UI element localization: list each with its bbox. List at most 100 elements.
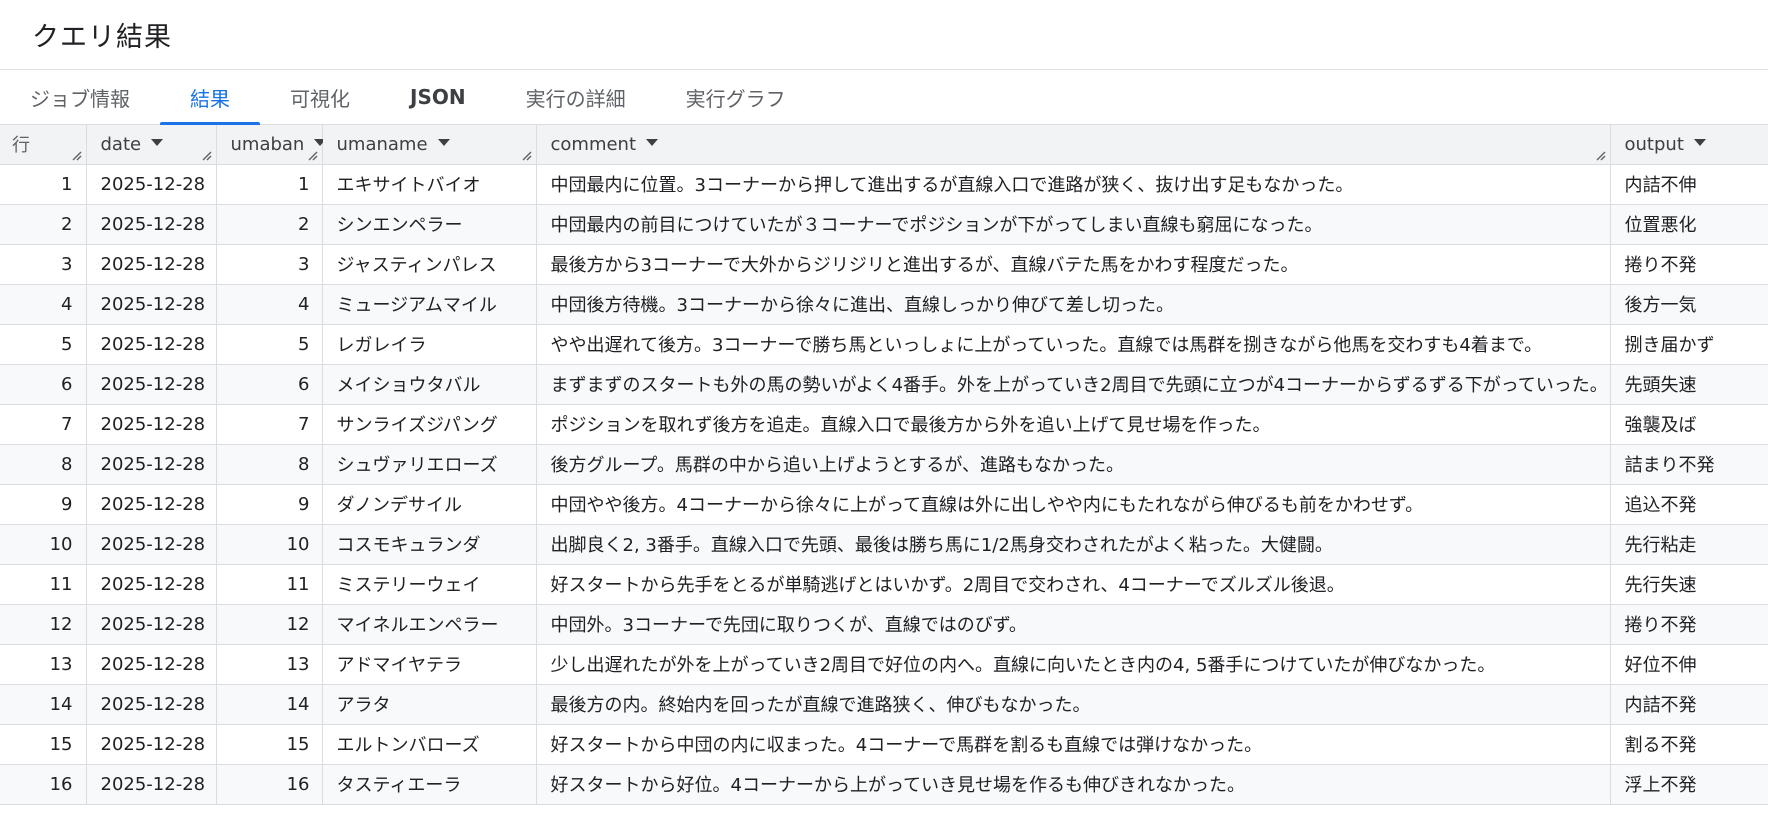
cell-comment[interactable]: 中団最内に位置。3コーナーから押して進出するが直線入口で進路が狭く、抜け出す足も…	[536, 164, 1611, 205]
cell-date[interactable]: 2025-12-28	[86, 524, 217, 565]
cell-umaban[interactable]: 1	[216, 164, 323, 205]
results-table-container[interactable]: 行 date umaban umaname comment output 1 2…	[0, 125, 1768, 814]
table-row[interactable]: 9 2025-12-28 9 ダノンデサイル 中団やや後方。4コーナーから徐々に上がって…	[0, 484, 1768, 525]
cell-date[interactable]: 2025-12-28	[86, 404, 217, 445]
cell-comment[interactable]: 後方グループ。馬群の中から追い上げようとするが、進路もなかった。	[536, 444, 1611, 485]
cell-comment[interactable]: 中団後方待機。3コーナーから徐々に進出、直線しっかり伸びて差し切った。	[536, 284, 1611, 325]
column-header-output[interactable]: output	[1610, 125, 1768, 165]
cell-row-number[interactable]: 15	[0, 724, 87, 765]
column-resize-icon[interactable]	[520, 149, 532, 161]
cell-umaname[interactable]: エキサイトバイオ	[322, 164, 537, 205]
cell-row-number[interactable]: 10	[0, 524, 87, 565]
column-resize-icon[interactable]	[306, 149, 318, 161]
cell-umaban[interactable]: 13	[216, 644, 323, 685]
cell-umaban[interactable]: 2	[216, 204, 323, 245]
cell-comment[interactable]: 好スタートから先手をとるが単騎逃げとはいかず。2周目で交わされ、4コーナーでズル…	[536, 564, 1611, 605]
tab-execution-details[interactable]: 実行の詳細	[496, 70, 656, 124]
cell-date[interactable]: 2025-12-28	[86, 684, 217, 725]
cell-umaname[interactable]: メイショウタバル	[322, 364, 537, 405]
cell-row-number[interactable]: 16	[0, 764, 87, 805]
table-row[interactable]: 2 2025-12-28 2 シンエンペラー 中団最内の前目につけていたが３コーナーでポ…	[0, 204, 1768, 245]
table-row[interactable]: 6 2025-12-28 6 メイショウタバル まずまずのスタートも外の馬の勢いがよく4…	[0, 364, 1768, 405]
column-resize-icon[interactable]	[1594, 149, 1606, 161]
cell-output[interactable]: 内詰不伸	[1610, 164, 1768, 205]
table-row[interactable]: 4 2025-12-28 4 ミュージアムマイル 中団後方待機。3コーナーから徐々に進出…	[0, 284, 1768, 325]
cell-umaban[interactable]: 6	[216, 364, 323, 405]
table-row[interactable]: 10 2025-12-28 10 コスモキュランダ 出脚良く2, 3番手。直線入口で先頭…	[0, 524, 1768, 565]
cell-output[interactable]: 捲り不発	[1610, 604, 1768, 645]
cell-umaname[interactable]: コスモキュランダ	[322, 524, 537, 565]
cell-comment[interactable]: やや出遅れて後方。3コーナーで勝ち馬といっしょに上がっていった。直線では馬群を捌…	[536, 324, 1611, 365]
table-row[interactable]: 15 2025-12-28 15 エルトンバローズ 好スタートから中団の内に収まった。4…	[0, 724, 1768, 765]
cell-row-number[interactable]: 9	[0, 484, 87, 525]
cell-umaban[interactable]: 3	[216, 244, 323, 285]
cell-umaban[interactable]: 10	[216, 524, 323, 565]
cell-output[interactable]: 位置悪化	[1610, 204, 1768, 245]
cell-umaname[interactable]: アラタ	[322, 684, 537, 725]
sort-caret-icon[interactable]	[151, 139, 164, 147]
cell-comment[interactable]: 出脚良く2, 3番手。直線入口で先頭、最後は勝ち馬に1/2馬身交わされたがよく粘…	[536, 524, 1611, 565]
cell-umaname[interactable]: マイネルエンペラー	[322, 604, 537, 645]
cell-output[interactable]: 捌き届かず	[1610, 324, 1768, 365]
cell-output[interactable]: 先行粘走	[1610, 524, 1768, 565]
cell-date[interactable]: 2025-12-28	[86, 564, 217, 605]
table-row[interactable]: 7 2025-12-28 7 サンライズジパング ポジションを取れず後方を追走。直線入口…	[0, 404, 1768, 445]
column-header-umaban[interactable]: umaban	[216, 125, 327, 165]
cell-umaname[interactable]: エルトンバローズ	[322, 724, 537, 765]
cell-umaname[interactable]: ジャスティンパレス	[322, 244, 537, 285]
column-resize-icon[interactable]	[70, 149, 82, 161]
cell-date[interactable]: 2025-12-28	[86, 284, 217, 325]
cell-comment[interactable]: 中団最内の前目につけていたが３コーナーでポジションが下がってしまい直線も窮屈にな…	[536, 204, 1611, 245]
tab-visualization[interactable]: 可視化	[260, 70, 380, 124]
cell-comment[interactable]: 少し出遅れたが外を上がっていき2周目で好位の内へ。直線に向いたとき内の4, 5番…	[536, 644, 1611, 685]
cell-row-number[interactable]: 2	[0, 204, 87, 245]
sort-caret-icon[interactable]	[646, 139, 659, 147]
column-header-comment[interactable]: comment	[536, 125, 1611, 165]
cell-umaban[interactable]: 8	[216, 444, 323, 485]
cell-date[interactable]: 2025-12-28	[86, 164, 217, 205]
cell-comment[interactable]: 中団外。3コーナーで先団に取りつくが、直線ではのびず。	[536, 604, 1611, 645]
cell-umaban[interactable]: 4	[216, 284, 323, 325]
cell-umaname[interactable]: サンライズジパング	[322, 404, 537, 445]
cell-output[interactable]: 後方一気	[1610, 284, 1768, 325]
cell-output[interactable]: 強襲及ば	[1610, 404, 1768, 445]
cell-comment[interactable]: 好スタートから好位。4コーナーから上がっていき見せ場を作るも伸びきれなかった。	[536, 764, 1611, 805]
table-row[interactable]: 1 2025-12-28 1 エキサイトバイオ 中団最内に位置。3コーナーから押して進出…	[0, 164, 1768, 205]
cell-output[interactable]: 追込不発	[1610, 484, 1768, 525]
tab-execution-graph[interactable]: 実行グラフ	[656, 70, 816, 124]
column-resize-icon[interactable]	[200, 149, 212, 161]
cell-row-number[interactable]: 14	[0, 684, 87, 725]
cell-output[interactable]: 好位不伸	[1610, 644, 1768, 685]
cell-umaban[interactable]: 7	[216, 404, 323, 445]
cell-row-number[interactable]: 7	[0, 404, 87, 445]
cell-date[interactable]: 2025-12-28	[86, 604, 217, 645]
table-row[interactable]: 3 2025-12-28 3 ジャスティンパレス 最後方から3コーナーで大外からジリジリ…	[0, 244, 1768, 285]
cell-comment[interactable]: 最後方から3コーナーで大外からジリジリと進出するが、直線バテた馬をかわす程度だっ…	[536, 244, 1611, 285]
cell-row-number[interactable]: 8	[0, 444, 87, 485]
table-row[interactable]: 12 2025-12-28 12 マイネルエンペラー 中団外。3コーナーで先団に取りつく…	[0, 604, 1768, 645]
cell-row-number[interactable]: 11	[0, 564, 87, 605]
table-row[interactable]: 8 2025-12-28 8 シュヴァリエローズ 後方グループ。馬群の中から追い上げよう…	[0, 444, 1768, 485]
cell-umaban[interactable]: 15	[216, 724, 323, 765]
tab-results[interactable]: 結果	[160, 70, 260, 125]
cell-comment[interactable]: 最後方の内。終始内を回ったが直線で進路狭く、伸びもなかった。	[536, 684, 1611, 725]
cell-output[interactable]: 内詰不発	[1610, 684, 1768, 725]
cell-row-number[interactable]: 6	[0, 364, 87, 405]
cell-row-number[interactable]: 1	[0, 164, 87, 205]
cell-row-number[interactable]: 4	[0, 284, 87, 325]
cell-umaname[interactable]: ダノンデサイル	[322, 484, 537, 525]
column-header-date[interactable]: date	[86, 125, 217, 165]
cell-umaname[interactable]: レガレイラ	[322, 324, 537, 365]
cell-umaname[interactable]: ミュージアムマイル	[322, 284, 537, 325]
cell-umaban[interactable]: 16	[216, 764, 323, 805]
cell-umaban[interactable]: 9	[216, 484, 323, 525]
cell-output[interactable]: 捲り不発	[1610, 244, 1768, 285]
cell-output[interactable]: 詰まり不発	[1610, 444, 1768, 485]
cell-comment[interactable]: ポジションを取れず後方を追走。直線入口で最後方から外を追い上げて見せ場を作った。	[536, 404, 1611, 445]
cell-date[interactable]: 2025-12-28	[86, 364, 217, 405]
cell-date[interactable]: 2025-12-28	[86, 244, 217, 285]
cell-output[interactable]: 先行失速	[1610, 564, 1768, 605]
cell-row-number[interactable]: 13	[0, 644, 87, 685]
cell-umaban[interactable]: 14	[216, 684, 323, 725]
cell-date[interactable]: 2025-12-28	[86, 644, 217, 685]
